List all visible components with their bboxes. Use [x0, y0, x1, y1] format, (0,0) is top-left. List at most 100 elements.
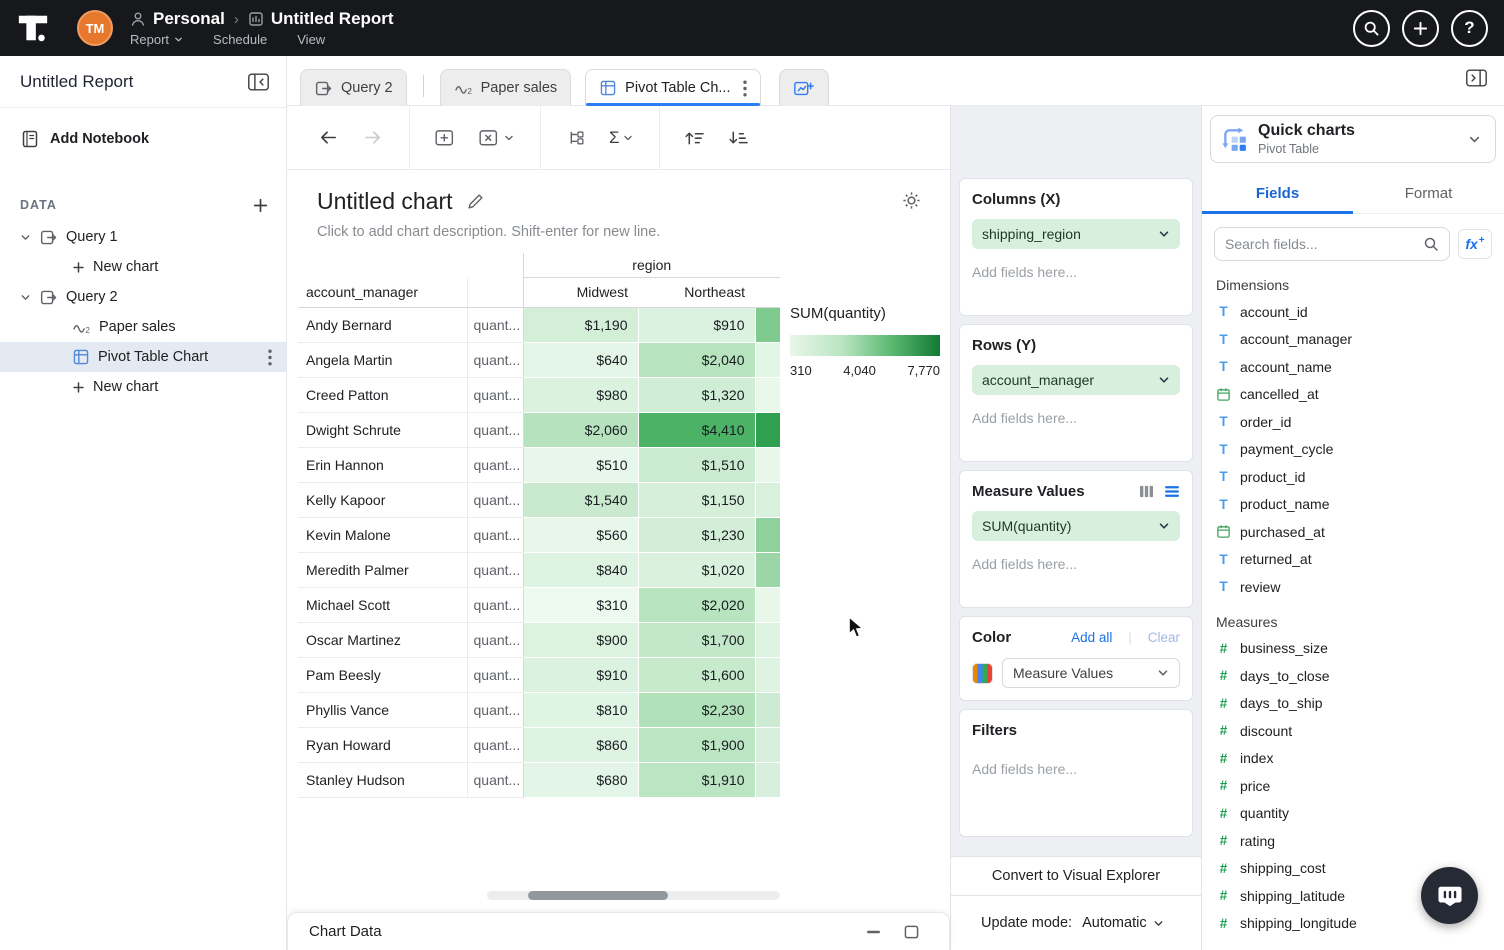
chart-title[interactable]: Untitled chart — [317, 188, 453, 215]
field-item-review[interactable]: Treview — [1202, 573, 1504, 601]
color-by-pill[interactable]: Measure Values — [1002, 658, 1180, 688]
sidebar-item-new-chart[interactable]: New chart — [0, 372, 286, 402]
tab-format[interactable]: Format — [1353, 176, 1504, 213]
pivot-value-cell[interactable]: $900 — [523, 622, 638, 657]
measure-item-days-to-ship[interactable]: #days_to_ship — [1202, 690, 1504, 718]
pivot-value-cell[interactable]: $2,040 — [638, 342, 755, 377]
chart-description-placeholder[interactable]: Click to add chart description. Shift-en… — [317, 224, 920, 240]
expand-icon[interactable] — [904, 925, 919, 939]
sort-descending-button[interactable] — [724, 123, 754, 153]
clear-link[interactable]: Clear — [1148, 630, 1180, 645]
search-button[interactable] — [1353, 10, 1390, 47]
pivot-value-cell[interactable]: $910 — [638, 307, 755, 342]
pivot-value-cell[interactable]: $2,060 — [523, 412, 638, 447]
pivot-value-cell[interactable]: $2,020 — [638, 587, 755, 622]
tab-fields[interactable]: Fields — [1202, 176, 1353, 213]
field-item-account-id[interactable]: Taccount_id — [1202, 298, 1504, 326]
pivot-value-cell[interactable]: $560 — [523, 517, 638, 552]
measure-item-price[interactable]: #price — [1202, 772, 1504, 800]
tab-paper-sales[interactable]: 2Paper sales — [440, 69, 572, 106]
redo-button[interactable] — [357, 123, 387, 153]
add-step-button[interactable] — [430, 123, 460, 153]
pivot-value-cell[interactable]: $980 — [523, 377, 638, 412]
tab-pivot-table-ch[interactable]: Pivot Table Ch... — [585, 69, 760, 106]
measure-item-days-to-close[interactable]: #days_to_close — [1202, 662, 1504, 690]
filters-dropzone[interactable]: Add fields here... — [972, 761, 1180, 777]
columns-x-dropzone[interactable]: Add fields here... — [972, 264, 1180, 280]
field-item-purchased-at[interactable]: purchased_at — [1202, 518, 1504, 546]
add-all-link[interactable]: Add all — [1071, 630, 1112, 645]
pivot-value-cell[interactable]: $810 — [523, 692, 638, 727]
measure-item-discount[interactable]: #discount — [1202, 717, 1504, 745]
group-fields-button[interactable] — [561, 123, 591, 153]
pivot-value-cell[interactable]: $640 — [523, 342, 638, 377]
field-pill-account-manager[interactable]: account_manager — [972, 365, 1180, 395]
pivot-value-cell[interactable]: $680 — [523, 762, 638, 797]
pivot-value-cell[interactable]: $4,410 — [638, 412, 755, 447]
collapse-sidebar-icon[interactable] — [247, 72, 270, 92]
scrollbar-thumb[interactable] — [528, 891, 668, 900]
pivot-value-cell[interactable]: $2,230 — [638, 692, 755, 727]
update-mode-select[interactable]: Automatic — [1082, 915, 1163, 931]
chevron-down-icon[interactable] — [20, 292, 31, 303]
app-logo[interactable] — [15, 10, 51, 46]
workspace-name[interactable]: Personal — [153, 9, 225, 29]
pivot-value-cell[interactable]: $1,540 — [523, 482, 638, 517]
field-item-payment-cycle[interactable]: Tpayment_cycle — [1202, 436, 1504, 464]
help-button[interactable]: ? — [1451, 10, 1488, 47]
columns-layout-icon[interactable] — [1139, 485, 1154, 498]
chevron-down-icon[interactable] — [20, 232, 31, 243]
chart-data-bar[interactable]: Chart Data — [287, 912, 950, 950]
field-item-account-manager[interactable]: Taccount_manager — [1202, 326, 1504, 354]
measure-item-index[interactable]: #index — [1202, 745, 1504, 773]
collapse-right-panel-icon[interactable] — [1465, 68, 1488, 88]
breadcrumb-report-title[interactable]: Untitled Report — [271, 9, 394, 29]
sidebar-item-query-2[interactable]: Query 2 — [0, 282, 286, 312]
new-chart-tab-button[interactable] — [779, 69, 829, 106]
pivot-value-cell[interactable]: $310 — [523, 587, 638, 622]
sidebar-item-pivot-table-chart[interactable]: Pivot Table Chart — [0, 342, 286, 372]
add-data-icon[interactable] — [253, 198, 268, 213]
add-button[interactable] — [1402, 10, 1439, 47]
pivot-value-cell[interactable]: $510 — [523, 447, 638, 482]
color-palette-icon[interactable] — [972, 663, 993, 684]
pivot-value-cell[interactable]: $1,150 — [638, 482, 755, 517]
avatar[interactable]: TM — [77, 10, 113, 46]
field-pill-shipping-region[interactable]: shipping_region — [972, 219, 1180, 249]
minimize-icon[interactable] — [866, 930, 882, 934]
pivot-value-cell[interactable]: $1,910 — [638, 762, 755, 797]
kebab-menu-icon[interactable] — [268, 349, 272, 366]
pivot-value-cell[interactable]: $1,020 — [638, 552, 755, 587]
rows-y-dropzone[interactable]: Add fields here... — [972, 410, 1180, 426]
clear-step-button[interactable] — [474, 123, 518, 153]
field-item-returned-at[interactable]: Treturned_at — [1202, 546, 1504, 574]
quick-charts-selector[interactable]: Quick charts Pivot Table — [1210, 115, 1496, 163]
pivot-value-cell[interactable]: $910 — [523, 657, 638, 692]
add-notebook-button[interactable]: Add Notebook — [0, 122, 286, 156]
sort-ascending-button[interactable] — [680, 123, 710, 153]
field-item-product-id[interactable]: Tproduct_id — [1202, 463, 1504, 491]
chat-widget-button[interactable] — [1421, 867, 1478, 924]
pivot-value-cell[interactable]: $1,600 — [638, 657, 755, 692]
menu-schedule[interactable]: Schedule — [213, 32, 267, 47]
edit-title-icon[interactable] — [467, 193, 484, 210]
pivot-value-cell[interactable]: $1,510 — [638, 447, 755, 482]
field-item-order-id[interactable]: Torder_id — [1202, 408, 1504, 436]
search-fields-input[interactable] — [1225, 236, 1417, 252]
pivot-value-cell[interactable]: $1,320 — [638, 377, 755, 412]
pivot-value-cell[interactable]: $1,190 — [523, 307, 638, 342]
field-pill-sum-quantity[interactable]: SUM(quantity) — [972, 511, 1180, 541]
convert-to-visual-explorer-button[interactable]: Convert to Visual Explorer — [951, 856, 1201, 896]
field-item-account-name[interactable]: Taccount_name — [1202, 353, 1504, 381]
tab-query-2[interactable]: Query 2 — [300, 69, 407, 106]
sidebar-item-paper-sales[interactable]: 2Paper sales — [0, 312, 286, 342]
kebab-menu-icon[interactable] — [743, 80, 747, 97]
add-formula-button[interactable]: fx+ — [1458, 229, 1492, 259]
menu-report[interactable]: Report — [130, 32, 183, 47]
rows-layout-icon[interactable] — [1164, 485, 1180, 498]
pivot-value-cell[interactable]: $1,900 — [638, 727, 755, 762]
sidebar-item-new-chart[interactable]: New chart — [0, 252, 286, 282]
measure-item-quantity[interactable]: #quantity — [1202, 800, 1504, 828]
aggregate-button[interactable]: Σ — [605, 123, 637, 153]
sidebar-item-query-1[interactable]: Query 1 — [0, 222, 286, 252]
